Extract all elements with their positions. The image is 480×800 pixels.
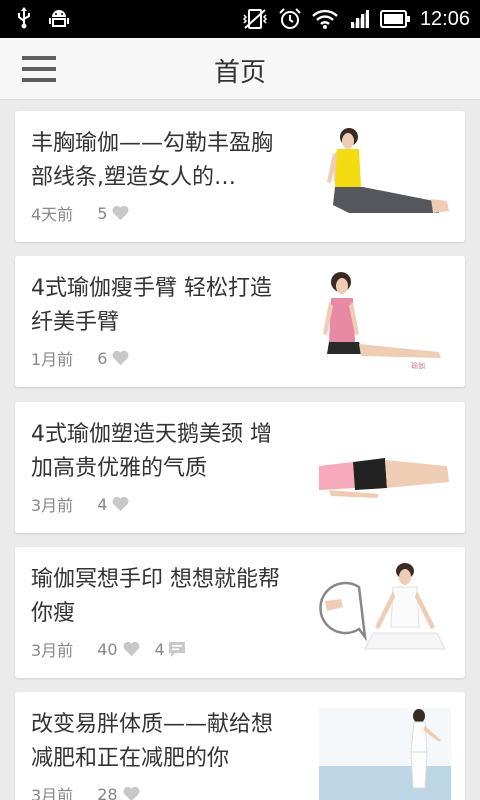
battery-icon bbox=[379, 10, 410, 28]
yoga-image bbox=[319, 708, 451, 800]
article-title: 丰胸瑜伽——勾勒丰盈胸部线条,塑造女人的… bbox=[31, 131, 274, 190]
article-card[interactable]: 瑜伽冥想手印 想想就能帮你瘦 3月前 40 4 bbox=[15, 547, 465, 678]
yoga-image bbox=[319, 418, 451, 516]
heart-icon bbox=[112, 496, 129, 512]
article-card[interactable]: 改变易胖体质——献给想减肥和正在减肥的你 3月前 28 bbox=[15, 692, 465, 800]
article-card[interactable]: 丰胸瑜伽——勾勒丰盈胸部线条,塑造女人的… 4天前 5 bbox=[15, 111, 465, 242]
yoga-image bbox=[319, 127, 451, 225]
article-thumbnail: 瑜伽 bbox=[319, 272, 451, 370]
like-count[interactable]: 5 bbox=[97, 204, 130, 223]
article-meta: 3月前 4 bbox=[31, 492, 144, 516]
yoga-image bbox=[319, 563, 451, 661]
article-card[interactable]: 4式瑜伽瘦手臂 轻松打造纤美手臂 1月前 6 瑜伽 bbox=[15, 256, 465, 387]
article-thumbnail bbox=[319, 708, 451, 800]
status-bar: 12:06 bbox=[0, 0, 480, 38]
like-count[interactable]: 28 bbox=[97, 785, 140, 800]
clock: 12:06 bbox=[419, 8, 470, 30]
heart-icon bbox=[123, 786, 140, 800]
comment-count[interactable]: 4 bbox=[155, 640, 185, 659]
article-time: 3月前 bbox=[31, 496, 74, 515]
article-meta: 3月前 28 bbox=[31, 782, 155, 800]
app-bar: 首页 bbox=[0, 38, 480, 100]
article-thumbnail bbox=[319, 563, 451, 661]
heart-icon bbox=[112, 205, 129, 221]
heart-icon bbox=[123, 641, 140, 657]
article-title: 改变易胖体质——献给想减肥和正在减肥的你 bbox=[31, 712, 274, 771]
article-time: 3月前 bbox=[31, 641, 74, 660]
article-meta: 3月前 40 4 bbox=[31, 637, 185, 661]
article-time: 1月前 bbox=[31, 350, 74, 369]
article-thumbnail bbox=[319, 418, 451, 516]
android-debug-icon bbox=[49, 10, 69, 27]
article-card[interactable]: 4式瑜伽塑造天鹅美颈 增加高贵优雅的气质 3月前 4 bbox=[15, 402, 465, 533]
article-meta: 1月前 6 bbox=[31, 346, 144, 370]
like-count[interactable]: 6 bbox=[97, 349, 130, 368]
like-count[interactable]: 4 bbox=[97, 495, 130, 514]
alarm-icon bbox=[279, 8, 301, 29]
usb-icon bbox=[18, 7, 30, 29]
yoga-image: 瑜伽 bbox=[319, 272, 451, 370]
page-title: 首页 bbox=[213, 58, 266, 88]
article-time: 3月前 bbox=[31, 786, 74, 800]
comment-bubble-icon bbox=[168, 641, 185, 657]
article-title: 瑜伽冥想手印 想想就能帮你瘦 bbox=[31, 567, 280, 626]
vibrate-off-icon bbox=[242, 9, 267, 29]
wifi-icon bbox=[312, 9, 338, 29]
svg-text:瑜伽: 瑜伽 bbox=[411, 361, 425, 370]
article-time: 4天前 bbox=[31, 205, 74, 224]
article-title: 4式瑜伽塑造天鹅美颈 增加高贵优雅的气质 bbox=[31, 422, 272, 481]
article-title: 4式瑜伽瘦手臂 轻松打造纤美手臂 bbox=[31, 276, 272, 335]
article-thumbnail bbox=[319, 127, 451, 225]
article-meta: 4天前 5 bbox=[31, 201, 144, 225]
heart-icon bbox=[112, 350, 129, 366]
like-count[interactable]: 40 bbox=[97, 640, 140, 659]
signal-icon bbox=[349, 10, 369, 28]
